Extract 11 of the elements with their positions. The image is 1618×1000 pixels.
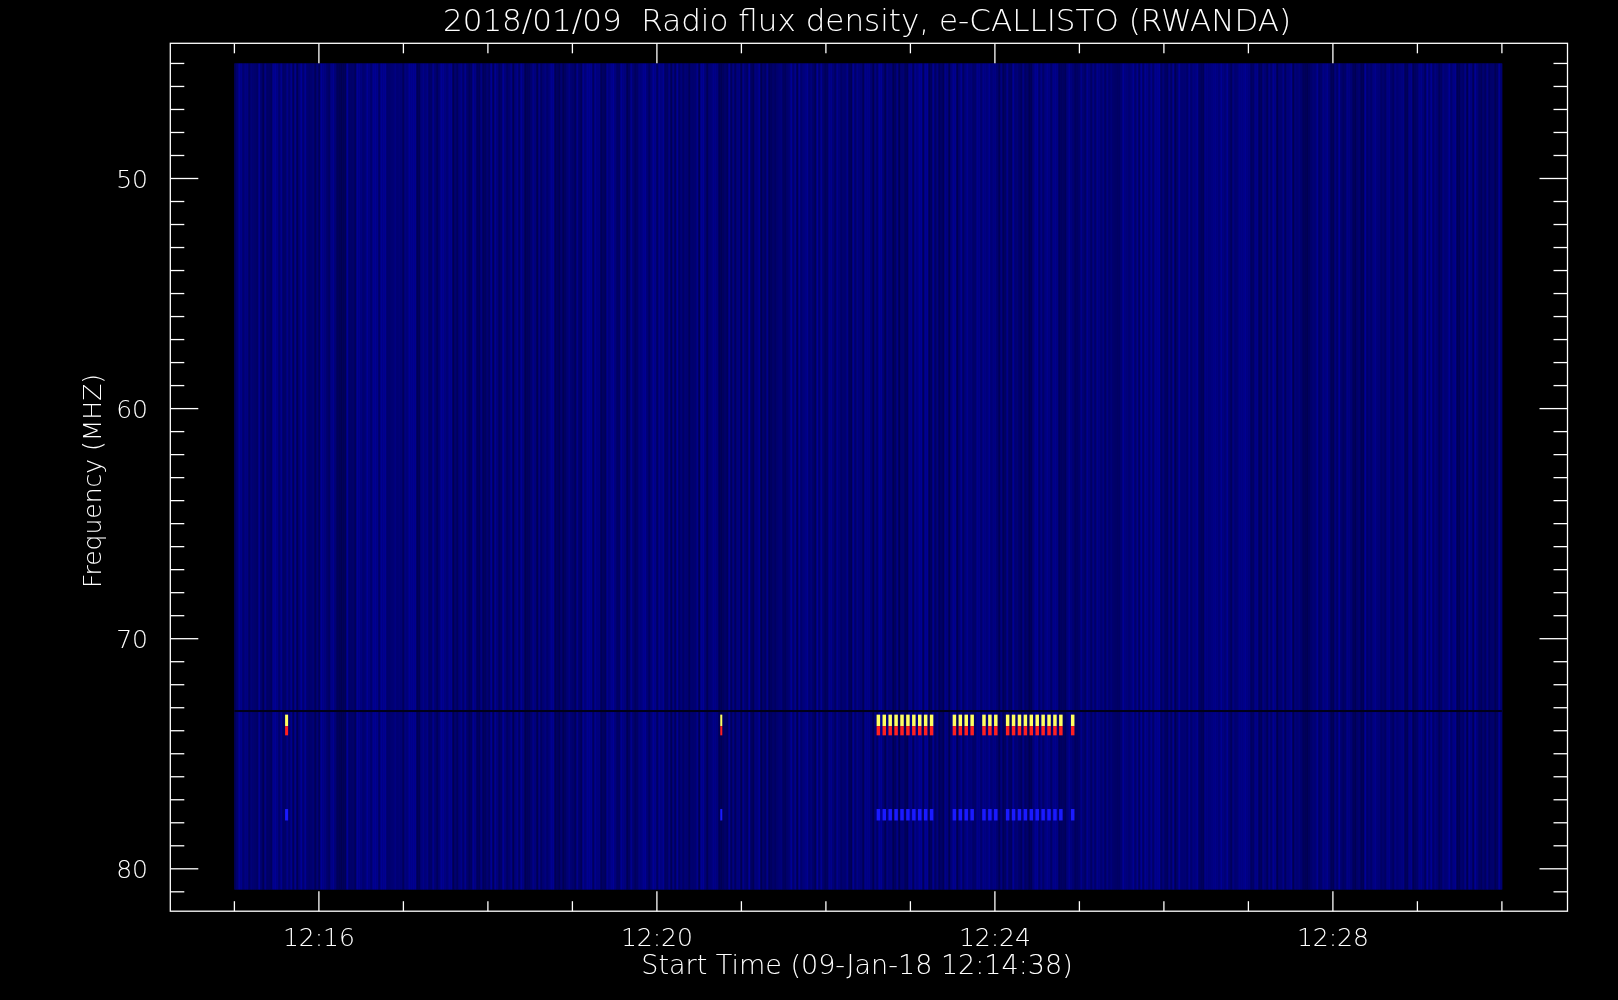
y-tick-label: 50 (116, 164, 148, 194)
x-tick-label: 12:24 (958, 923, 1031, 952)
chart-title: 2018/01/09 Radio flux density, e-CALLISTO (RWANDA) (442, 2, 1292, 38)
x-tick-label: 12:16 (282, 923, 355, 952)
y-tick-label: 70 (116, 624, 148, 654)
x-axis-label: Start Time (09-Jan-18 12:14:38) (641, 949, 1073, 980)
y-tick-label: 60 (116, 394, 148, 424)
x-tick-label: 12:28 (1296, 923, 1369, 952)
y-axis-label: Frequency (MHZ) (78, 373, 107, 589)
x-tick-label: 12:20 (620, 923, 693, 952)
y-tick-label: 80 (116, 854, 148, 884)
